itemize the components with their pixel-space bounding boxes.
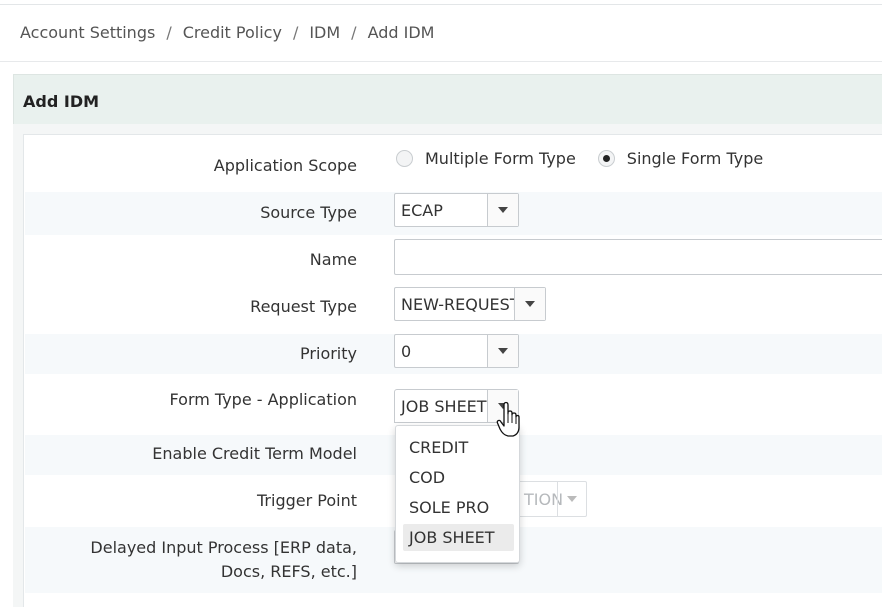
radio-label: Single Form Type (626, 149, 764, 168)
breadcrumb-account-settings[interactable]: Account Settings (20, 23, 155, 42)
top-border (0, 0, 882, 5)
source-type-label: Source Type (260, 203, 357, 222)
radio-multiple-form-type[interactable]: Multiple Form Type (396, 149, 576, 168)
breadcrumb-separator: / (166, 22, 172, 42)
option-label: JOB SHEET (409, 528, 495, 547)
radio-single-form-type[interactable]: Single Form Type (597, 149, 764, 168)
breadcrumb-idm[interactable]: IDM (309, 23, 340, 42)
name-input[interactable] (394, 239, 882, 275)
source-type-select[interactable]: ECAP (394, 193, 519, 227)
dropdown-option-cod[interactable]: COD (403, 464, 514, 491)
hand-pointer-icon (496, 401, 520, 437)
breadcrumb: Account Settings / Credit Policy / IDM /… (20, 20, 434, 44)
breadcrumb-add-idm: Add IDM (367, 22, 435, 42)
delayed-input-process-label: Delayed Input Process [ERP data, Docs, R… (90, 538, 357, 581)
trigger-point-label: Trigger Point (257, 491, 357, 510)
application-scope-radio-group: Multiple Form Type Single Form Type (396, 149, 785, 168)
request-type-select[interactable]: NEW-REQUEST (394, 287, 546, 321)
priority-select[interactable]: 0 (394, 334, 519, 368)
name-label: Name (309, 250, 357, 269)
dropdown-option-sole-pro[interactable]: SOLE PRO (403, 494, 514, 521)
enable-credit-term-model-label: Enable Credit Term Model (152, 444, 357, 463)
chevron-down-icon (525, 301, 535, 307)
radio-label: Multiple Form Type (425, 149, 576, 168)
source-type-dropdown-toggle[interactable] (487, 194, 518, 226)
application-scope-label: Application Scope (213, 156, 357, 175)
chevron-down-icon (498, 348, 508, 354)
breadcrumb-separator: / (292, 22, 299, 42)
panel-title: Add IDM (23, 92, 100, 111)
form-type-application-value: JOB SHEET (401, 397, 487, 416)
breadcrumb-separator: / (351, 22, 357, 42)
request-type-dropdown-toggle[interactable] (514, 288, 545, 320)
trigger-point-dropdown-toggle[interactable] (557, 482, 586, 516)
request-type-label: Request Type (250, 297, 357, 316)
dropdown-option-job-sheet[interactable]: JOB SHEET (403, 524, 514, 551)
priority-dropdown-toggle[interactable] (487, 335, 518, 367)
form-type-application-label: Form Type - Application (169, 390, 357, 409)
option-label: SOLE PRO (409, 498, 490, 517)
priority-label: Priority (300, 344, 357, 363)
radio-button-checked[interactable] (597, 150, 615, 167)
priority-value: 0 (401, 342, 412, 361)
form-type-dropdown-menu: CREDIT COD SOLE PRO JOB SHEET (395, 425, 520, 563)
option-label: COD (409, 468, 446, 487)
request-type-value: NEW-REQUEST (401, 295, 520, 314)
chevron-down-icon (498, 207, 508, 213)
panel-header: Add IDM (13, 74, 882, 124)
breadcrumb-credit-policy[interactable]: Credit Policy (183, 23, 282, 42)
chevron-down-icon (567, 496, 577, 502)
radio-button[interactable] (396, 150, 413, 167)
option-label: CREDIT (409, 438, 469, 457)
source-type-value: ECAP (401, 201, 443, 220)
breadcrumb-divider (0, 61, 882, 62)
